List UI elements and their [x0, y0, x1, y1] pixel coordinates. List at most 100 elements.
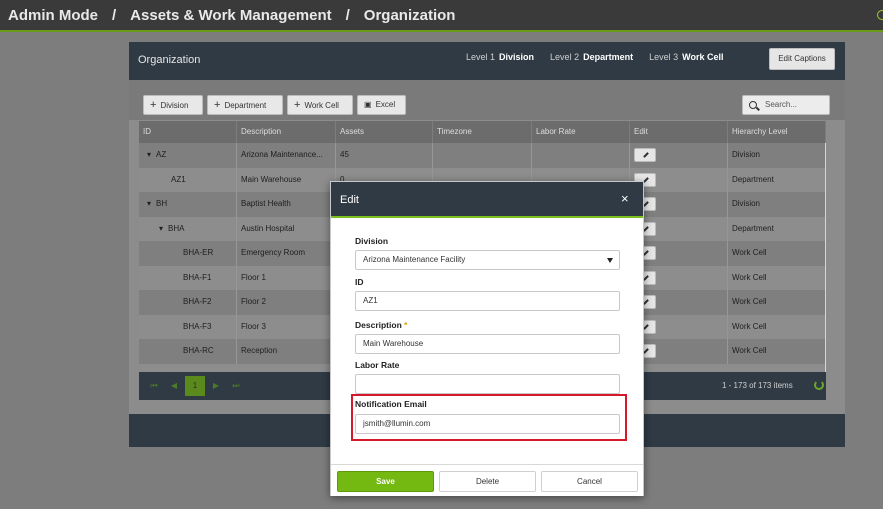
breadcrumb-organization: Organization: [363, 7, 456, 24]
cell-assets: 45: [336, 143, 433, 168]
cancel-button[interactable]: Cancel: [541, 471, 638, 492]
required-marker: *: [404, 320, 408, 330]
panel-title: Organization: [138, 54, 201, 66]
add-division-button[interactable]: + Division: [143, 95, 203, 115]
breadcrumb-separator: /: [112, 7, 117, 24]
cell-id: ▾ AZ: [139, 143, 237, 168]
breadcrumb-assets-work-management[interactable]: Assets & Work Management: [130, 7, 331, 24]
breadcrumb-admin-mode[interactable]: Admin Mode: [8, 7, 98, 24]
next-page-icon[interactable]: ▶: [211, 381, 221, 391]
search-input[interactable]: Search...: [742, 95, 830, 115]
row-id-text: AZ1: [171, 174, 186, 184]
cell-hierarchy-level: Work Cell: [728, 314, 826, 339]
column-header-assets[interactable]: Assets: [336, 121, 433, 143]
edit-dialog: Edit × Division Arizona Maintenance Faci…: [330, 181, 644, 496]
cell-description: Reception: [237, 339, 336, 364]
excel-icon: ▣: [364, 100, 372, 109]
excel-label: Excel: [375, 100, 396, 109]
search-placeholder: Search...: [765, 100, 798, 109]
cell-edit: [630, 314, 728, 339]
cell-edit: [630, 290, 728, 315]
cell-description: Floor 2: [237, 290, 336, 315]
expand-chevron-icon[interactable]: ▾: [147, 199, 151, 208]
items-count: 1 - 173 of 173 items: [722, 381, 793, 390]
cell-hierarchy-level: Work Cell: [728, 241, 826, 266]
close-icon[interactable]: ×: [621, 192, 629, 205]
column-header-description[interactable]: Description: [237, 121, 336, 143]
column-header-id[interactable]: ID: [139, 121, 237, 143]
column-header-edit[interactable]: Edit: [630, 121, 728, 143]
cell-hierarchy-level: Work Cell: [728, 290, 826, 315]
column-header-timezone[interactable]: Timezone: [433, 121, 532, 143]
level-2-label: Level 2: [550, 52, 580, 62]
plus-icon: +: [294, 99, 301, 111]
level-2-value: Department: [583, 52, 634, 62]
row-id-text: BHA-ER: [183, 248, 214, 257]
add-work-cell-label: Work Cell: [304, 101, 339, 110]
column-header-hierarchy-level[interactable]: Hierarchy Level: [728, 121, 826, 143]
cell-id: BHA-ER: [139, 241, 237, 266]
top-header: Admin Mode / Assets & Work Management / Orga…: [0, 0, 883, 32]
row-id-text: AZ: [156, 150, 167, 159]
dialog-footer: Save Delete Cancel: [331, 464, 643, 496]
add-division-label: Division: [160, 101, 189, 110]
prev-page-icon[interactable]: ◀: [169, 381, 179, 391]
labor-rate-field[interactable]: [355, 374, 620, 394]
cell-labor-rate: [532, 143, 630, 168]
division-selected-value: Arizona Maintenance Facility: [363, 255, 466, 264]
excel-export-button[interactable]: ▣ Excel: [357, 95, 406, 115]
delete-button[interactable]: Delete: [439, 471, 536, 492]
edit-captions-button[interactable]: Edit Captions: [769, 48, 835, 70]
status-circle-icon[interactable]: [877, 10, 883, 20]
cell-edit: [630, 339, 728, 364]
row-id-text: BHA-F3: [183, 321, 212, 331]
cell-id: ▾ BH: [139, 192, 237, 217]
row-id-text: BHA-F1: [183, 272, 212, 282]
id-label: ID: [355, 277, 364, 287]
dialog-title: Edit: [340, 194, 359, 206]
division-select[interactable]: Arizona Maintenance Facility: [355, 250, 620, 270]
cell-hierarchy-level: Work Cell: [728, 339, 826, 364]
add-department-label: Department: [224, 101, 267, 110]
add-department-button[interactable]: + Department: [207, 95, 283, 115]
current-page-button[interactable]: 1: [185, 376, 205, 396]
column-header-labor-rate[interactable]: Labor Rate: [532, 121, 630, 143]
first-page-icon[interactable]: ⏮: [149, 381, 159, 391]
add-work-cell-button[interactable]: + Work Cell: [287, 95, 353, 115]
search-icon: [749, 101, 757, 109]
cell-id: BHA-F1: [139, 265, 237, 290]
refresh-icon[interactable]: [814, 380, 824, 390]
cell-edit: [630, 216, 728, 241]
table-row[interactable]: ▾ AZ Arizona Maintenance... 45 Division: [139, 143, 826, 168]
row-id-text: BH: [156, 199, 168, 208]
grid-scrollbar[interactable]: [825, 143, 826, 372]
description-label-text: Description: [355, 320, 402, 330]
cell-edit: [630, 265, 728, 290]
cell-edit: [630, 143, 728, 168]
level-1-label: Level 1: [466, 52, 496, 62]
cell-description: Floor 3: [237, 314, 336, 339]
id-field[interactable]: AZ1: [355, 291, 620, 311]
panel-header: Organization Level 1 Division Level 2 Depar…: [129, 42, 845, 80]
expand-chevron-icon[interactable]: ▾: [159, 224, 163, 233]
level-3-value: Work Cell: [682, 52, 724, 62]
description-field[interactable]: Main Warehouse: [355, 334, 620, 354]
last-page-icon[interactable]: ⏭: [231, 381, 241, 391]
level-3-label: Level 3: [649, 52, 679, 62]
level-captions: Level 1 Division Level 2 Department Level 3W…: [466, 52, 739, 62]
cell-description: Main Warehouse: [237, 167, 336, 192]
breadcrumb: Admin Mode / Assets & Work Management / Orga…: [8, 7, 455, 24]
cell-edit: [630, 192, 728, 217]
cell-hierarchy-level: Department: [728, 167, 826, 192]
cell-id: BHA-F2: [139, 290, 237, 315]
save-button[interactable]: Save: [337, 471, 434, 492]
division-label: Division: [355, 236, 389, 246]
cell-description: Arizona Maintenance...: [237, 143, 336, 168]
plus-icon: +: [150, 99, 157, 111]
chevron-down-icon: [607, 258, 613, 263]
cell-timezone: [433, 143, 532, 168]
edit-pencil-icon[interactable]: [634, 148, 656, 162]
labor-rate-label: Labor Rate: [355, 360, 400, 370]
expand-chevron-icon[interactable]: ▾: [147, 150, 151, 159]
cell-description: Emergency Room: [237, 241, 336, 266]
